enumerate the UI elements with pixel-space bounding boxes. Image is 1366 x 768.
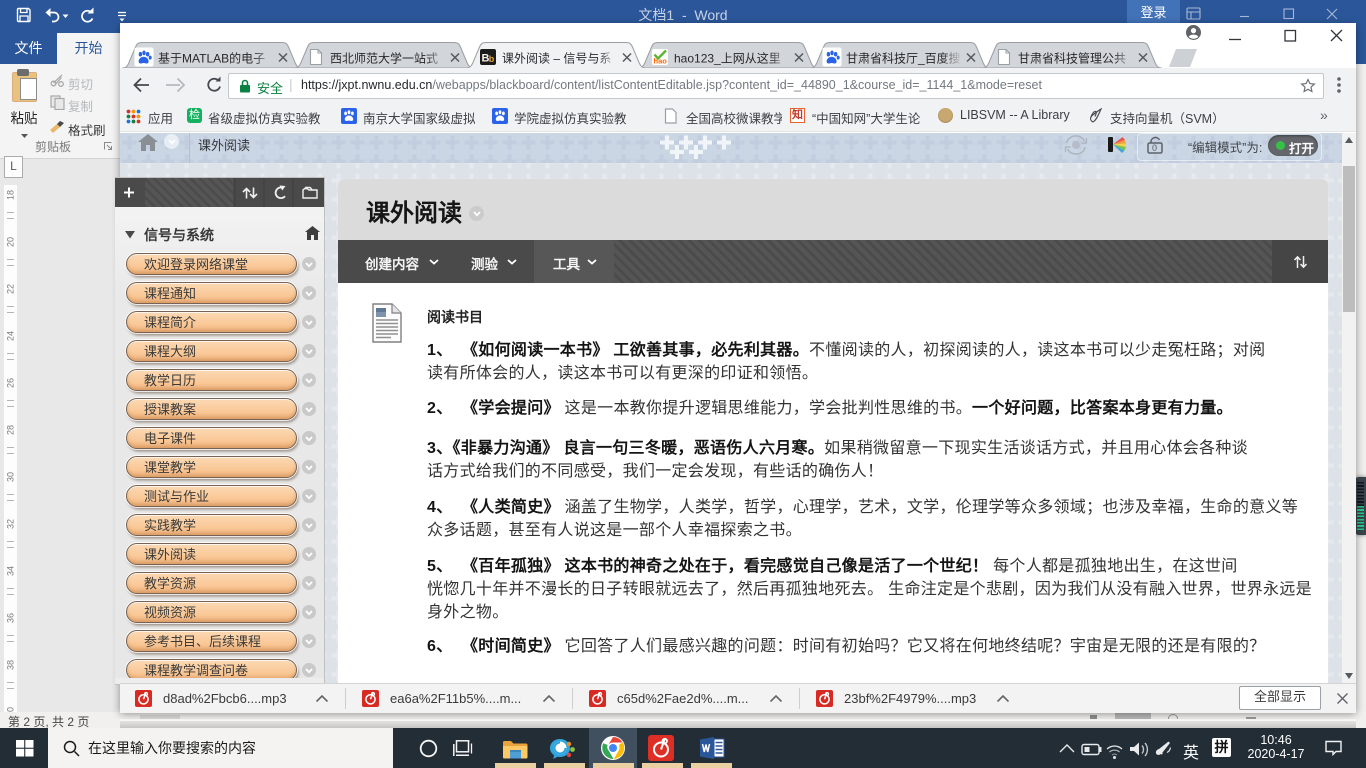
svg-text:基于MATLAB的电子: 基于MATLAB的电子 — [158, 51, 265, 66]
svg-text:b: b — [489, 54, 495, 64]
svg-text:0: 0 — [1152, 143, 1157, 153]
svg-text:西北师范大学一站式: 西北师范大学一站式 — [330, 51, 438, 66]
svg-text:甘肃省科技管理公共: 甘肃省科技管理公共 — [1018, 51, 1126, 66]
svg-text:hao123_上网从这里: hao123_上网从这里 — [674, 51, 781, 66]
svg-text:课外阅读 – 信号与系: 课外阅读 – 信号与系 — [502, 52, 611, 66]
svg-text:hao: hao — [654, 57, 668, 66]
